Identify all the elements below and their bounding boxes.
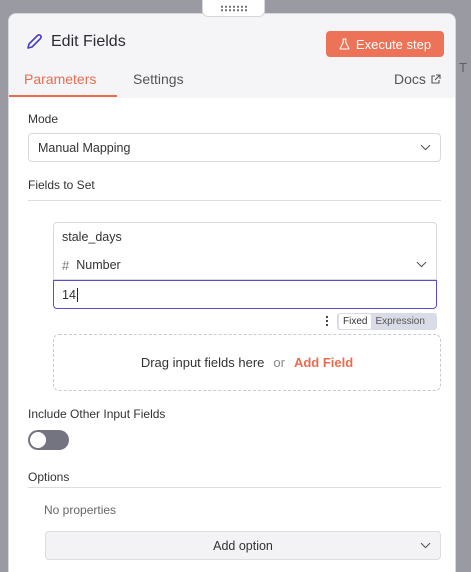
tab-parameters[interactable]: Parameters: [24, 71, 96, 87]
title-row: Edit Fields: [24, 32, 126, 52]
drag-handle[interactable]: [202, 0, 265, 17]
mode-expression-option[interactable]: Expression: [371, 316, 424, 327]
text-cursor: [76, 287, 78, 302]
drag-dots-icon: [219, 4, 248, 12]
execute-step-button[interactable]: Execute step: [326, 31, 444, 57]
mode-select-value: Manual Mapping: [38, 140, 131, 155]
edit-fields-panel: Edit Fields Execute step Parameters Sett…: [8, 13, 456, 572]
value-mode-toggle: Fixed Expression: [325, 313, 437, 330]
hash-icon: #: [62, 257, 70, 273]
execute-step-label: Execute step: [355, 36, 432, 52]
kebab-menu-icon[interactable]: [325, 314, 329, 328]
tab-settings[interactable]: Settings: [133, 71, 184, 87]
pencil-icon: [27, 34, 42, 49]
no-properties-text: No properties: [44, 503, 117, 517]
add-option-button[interactable]: Add option: [45, 531, 441, 560]
include-other-label: Include Other Input Fields: [28, 407, 166, 421]
mode-select[interactable]: Manual Mapping: [28, 133, 441, 162]
fields-to-set-label: Fields to Set: [28, 178, 95, 192]
field-value-input[interactable]: 14: [53, 280, 437, 309]
tab-docs-label: Docs: [394, 71, 426, 87]
tab-bar: Parameters Settings Docs: [9, 69, 455, 98]
field-value-text: 14: [62, 287, 76, 302]
field-type-value: Number: [76, 258, 121, 272]
include-other-toggle[interactable]: [28, 430, 69, 450]
add-field-button[interactable]: Add Field: [294, 355, 353, 370]
background-edge-letter: T: [459, 60, 467, 75]
drop-zone[interactable]: Drag input fields here or Add Field: [53, 334, 441, 391]
field-name-input[interactable]: stale_days: [53, 222, 437, 252]
chevron-down-icon: [416, 261, 427, 268]
drop-zone-or: or: [273, 355, 285, 370]
section-divider: [28, 200, 441, 201]
add-option-label: Add option: [213, 538, 273, 553]
tab-active-indicator: [9, 95, 117, 97]
mode-label: Mode: [28, 112, 59, 126]
toggle-knob: [30, 432, 46, 448]
drop-zone-text: Drag input fields here: [140, 355, 265, 370]
panel-title[interactable]: Edit Fields: [51, 33, 126, 51]
chevron-down-icon: [420, 144, 431, 150]
flask-icon: [339, 38, 350, 50]
chevron-down-icon: [420, 542, 431, 548]
panel-header: Edit Fields Execute step Parameters Sett…: [9, 14, 455, 98]
options-label: Options: [28, 470, 70, 484]
mode-fixed-option[interactable]: Fixed: [339, 314, 372, 329]
options-divider: [28, 487, 441, 488]
tab-docs[interactable]: Docs: [394, 71, 441, 87]
field-type-select[interactable]: # Number: [53, 251, 437, 280]
external-link-icon: [431, 73, 441, 84]
